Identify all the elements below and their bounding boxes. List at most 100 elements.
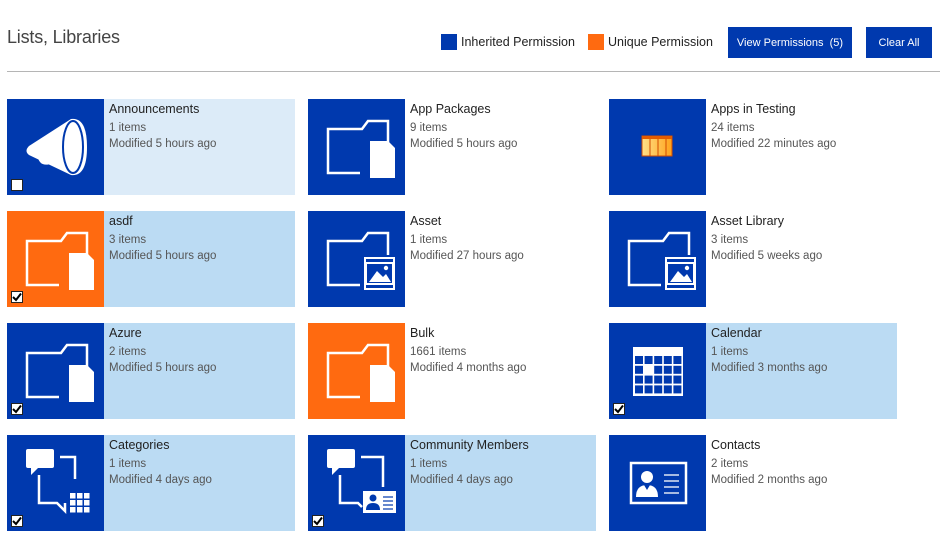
- tile-name[interactable]: Bulk: [410, 325, 596, 341]
- tile-count: 24 items: [711, 122, 755, 134]
- folder-document-icon: [326, 119, 395, 178]
- legend-inherited-label: Inherited Permission: [461, 35, 575, 49]
- tile-info[interactable]: App Packages 9 items Modified 5 hours ago: [405, 99, 596, 195]
- list-tile[interactable]: Asset Library 3 items Modified 5 weeks ago: [609, 211, 897, 307]
- tile-info[interactable]: asdf 3 items Modified 5 hours ago: [104, 211, 295, 307]
- tile-count: 1 items: [410, 458, 448, 470]
- select-checkbox[interactable]: [11, 403, 23, 415]
- tile-count: 2 items: [711, 458, 749, 470]
- tile-name[interactable]: Apps in Testing: [711, 101, 897, 117]
- tile-icon-box[interactable]: [7, 99, 104, 195]
- tile-icon-box[interactable]: [7, 323, 104, 419]
- tile-count: 3 items: [711, 234, 749, 246]
- tile-name[interactable]: Community Members: [410, 437, 596, 453]
- tile-count: 1661 items: [410, 346, 467, 358]
- checkmark-icon: [12, 404, 22, 414]
- list-tile[interactable]: Calendar 1 items Modified 3 months ago: [609, 323, 897, 419]
- tile-name[interactable]: Asset: [410, 213, 596, 229]
- tile-info[interactable]: Asset 1 items Modified 27 hours ago: [405, 211, 596, 307]
- unique-swatch: [588, 34, 604, 50]
- tile-modified: Modified 5 hours ago: [109, 362, 217, 374]
- list-tile[interactable]: Apps in Testing 24 items Modified 22 minut…: [609, 99, 897, 195]
- tile-modified: Modified 4 months ago: [410, 362, 527, 374]
- legend-inherited: Inherited Permission: [441, 34, 575, 50]
- tile-info[interactable]: Community Members 1 items Modified 4 days …: [405, 435, 596, 531]
- folder-image-icon: [326, 231, 395, 290]
- select-checkbox[interactable]: [11, 179, 23, 191]
- page-title: Lists, Libraries: [7, 27, 120, 47]
- tile-name[interactable]: Azure: [109, 325, 295, 341]
- select-checkbox[interactable]: [312, 515, 324, 527]
- tile-icon-box[interactable]: [609, 323, 706, 419]
- tile-count: 2 items: [109, 346, 147, 358]
- tile-icon-box[interactable]: [7, 211, 104, 307]
- tile-icon-box[interactable]: [7, 435, 104, 531]
- divider: [7, 71, 940, 72]
- list-tile[interactable]: Community Members 1 items Modified 4 days …: [308, 435, 596, 531]
- select-checkbox[interactable]: [11, 515, 23, 527]
- tile-count: 1 items: [711, 346, 749, 358]
- tile-count: 1 items: [109, 458, 147, 470]
- view-permissions-button[interactable]: View Permissions (5): [728, 27, 852, 58]
- tile-name[interactable]: Asset Library: [711, 213, 897, 229]
- list-tile[interactable]: Announcements 1 items Modified 5 hours ago: [7, 99, 295, 195]
- select-checkbox[interactable]: [613, 403, 625, 415]
- list-tile[interactable]: Contacts 2 items Modified 2 months ago: [609, 435, 897, 531]
- tile-icon-box[interactable]: [308, 99, 405, 195]
- tile-name[interactable]: Categories: [109, 437, 295, 453]
- tile-name[interactable]: asdf: [109, 213, 295, 229]
- tile-icon-box[interactable]: [308, 323, 405, 419]
- tile-info[interactable]: Apps in Testing 24 items Modified 22 minut…: [706, 99, 897, 195]
- tile-modified: Modified 3 months ago: [711, 362, 828, 374]
- select-checkbox[interactable]: [11, 291, 23, 303]
- tile-count: 3 items: [109, 234, 147, 246]
- tile-icon-box[interactable]: [609, 435, 706, 531]
- folder-image-icon: [627, 231, 696, 290]
- list-tile[interactable]: App Packages 9 items Modified 5 hours ago: [308, 99, 596, 195]
- tile-info[interactable]: Asset Library 3 items Modified 5 weeks ago: [706, 211, 897, 307]
- legend-unique-label: Unique Permission: [608, 35, 713, 49]
- folder-document-icon: [326, 343, 395, 402]
- clear-all-button[interactable]: Clear All: [866, 27, 932, 58]
- tile-icon-box[interactable]: [308, 435, 405, 531]
- table-list-icon: [641, 135, 673, 157]
- tile-info[interactable]: Bulk 1661 items Modified 4 months ago: [405, 323, 596, 419]
- list-tile[interactable]: Asset 1 items Modified 27 hours ago: [308, 211, 596, 307]
- tile-name[interactable]: Announcements: [109, 101, 295, 117]
- header: Lists, Libraries Inherited Permission Un…: [0, 0, 940, 72]
- tile-count: 9 items: [410, 122, 448, 134]
- tile-info[interactable]: Categories 1 items Modified 4 days ago: [104, 435, 295, 531]
- list-tile[interactable]: Azure 2 items Modified 5 hours ago: [7, 323, 295, 419]
- checkmark-icon: [313, 516, 323, 526]
- list-tile[interactable]: Categories 1 items Modified 4 days ago: [7, 435, 295, 531]
- tile-count: 1 items: [109, 122, 147, 134]
- list-tile[interactable]: Bulk 1661 items Modified 4 months ago: [308, 323, 596, 419]
- tile-modified: Modified 5 hours ago: [109, 138, 217, 150]
- tile-modified: Modified 5 hours ago: [410, 138, 518, 150]
- checkmark-icon: [614, 404, 624, 414]
- tile-info[interactable]: Announcements 1 items Modified 5 hours ago: [104, 99, 295, 195]
- tile-count: 1 items: [410, 234, 448, 246]
- tile-modified: Modified 2 months ago: [711, 474, 828, 486]
- tile-name[interactable]: Contacts: [711, 437, 897, 453]
- tile-modified: Modified 4 days ago: [109, 474, 212, 486]
- checkmark-icon: [12, 516, 22, 526]
- inherited-swatch: [441, 34, 457, 50]
- tile-modified: Modified 5 hours ago: [109, 250, 217, 262]
- legend-unique: Unique Permission: [588, 34, 713, 50]
- tile-modified: Modified 27 hours ago: [410, 250, 524, 262]
- tile-modified: Modified 22 minutes ago: [711, 138, 837, 150]
- tile-icon-box[interactable]: [609, 99, 706, 195]
- tile-modified: Modified 5 weeks ago: [711, 250, 823, 262]
- tile-name[interactable]: Calendar: [711, 325, 897, 341]
- tile-info[interactable]: Contacts 2 items Modified 2 months ago: [706, 435, 897, 531]
- tile-modified: Modified 4 days ago: [410, 474, 513, 486]
- tile-info[interactable]: Azure 2 items Modified 5 hours ago: [104, 323, 295, 419]
- contact-card-icon: [629, 461, 688, 505]
- tile-name[interactable]: App Packages: [410, 101, 596, 117]
- tile-icon-box[interactable]: [609, 211, 706, 307]
- tile-icon-box[interactable]: [308, 211, 405, 307]
- checkmark-icon: [12, 292, 22, 302]
- tile-info[interactable]: Calendar 1 items Modified 3 months ago: [706, 323, 897, 419]
- list-tile[interactable]: asdf 3 items Modified 5 hours ago: [7, 211, 295, 307]
